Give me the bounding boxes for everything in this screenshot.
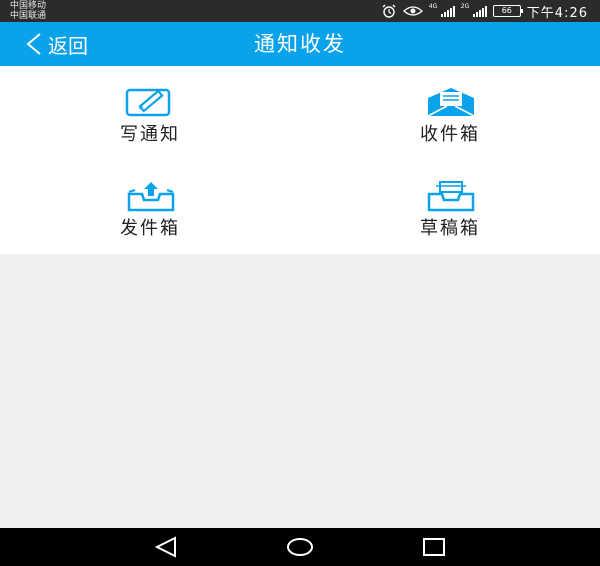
drafts-item[interactable]: 草稿箱	[300, 160, 600, 254]
signal-icon-2: 2G	[460, 3, 487, 17]
status-bar: 中国移动 中国联通 4G 2G 66 下午4:26	[0, 0, 600, 22]
carrier-1: 中国移动	[10, 1, 47, 11]
drafts-icon	[427, 181, 475, 212]
back-triangle-icon[interactable]	[151, 535, 181, 559]
status-time: 下午4:26	[526, 5, 588, 21]
title-bar: 返回 通知收发	[0, 22, 600, 66]
signal-2-tag: 2G	[460, 3, 470, 10]
signal-icon-1: 4G	[428, 3, 455, 17]
back-button[interactable]: 返回	[24, 22, 88, 66]
compose-notice-item[interactable]: 写通知	[0, 66, 300, 160]
alarm-icon	[382, 4, 396, 18]
home-circle-icon[interactable]	[285, 535, 315, 559]
outbox-item[interactable]: 发件箱	[0, 160, 300, 254]
page-title: 通知收发	[254, 32, 346, 56]
inbox-item[interactable]: 收件箱	[300, 66, 600, 160]
inbox-mail-icon	[427, 88, 475, 117]
system-nav-bar	[0, 528, 600, 566]
inbox-label: 收件箱	[420, 124, 480, 145]
chevron-left-icon	[26, 33, 41, 55]
compose-notice-label: 写通知	[120, 124, 180, 145]
battery-icon: 66	[492, 5, 523, 17]
back-label: 返回	[48, 33, 88, 58]
eye-icon	[402, 6, 423, 16]
drafts-label: 草稿箱	[420, 218, 480, 239]
outbox-icon	[127, 182, 175, 212]
carrier-2: 中国联通	[10, 11, 47, 21]
menu-panel: 写通知 收件箱 发件箱 草稿箱	[0, 66, 600, 254]
carrier-info: 中国移动 中国联通	[10, 1, 46, 21]
recents-square-icon[interactable]	[419, 535, 449, 559]
signal-1-tag: 4G	[428, 3, 438, 10]
outbox-label: 发件箱	[120, 218, 180, 239]
status-right: 4G 2G 66 下午4:26	[381, 0, 588, 22]
edit-icon	[125, 88, 171, 117]
